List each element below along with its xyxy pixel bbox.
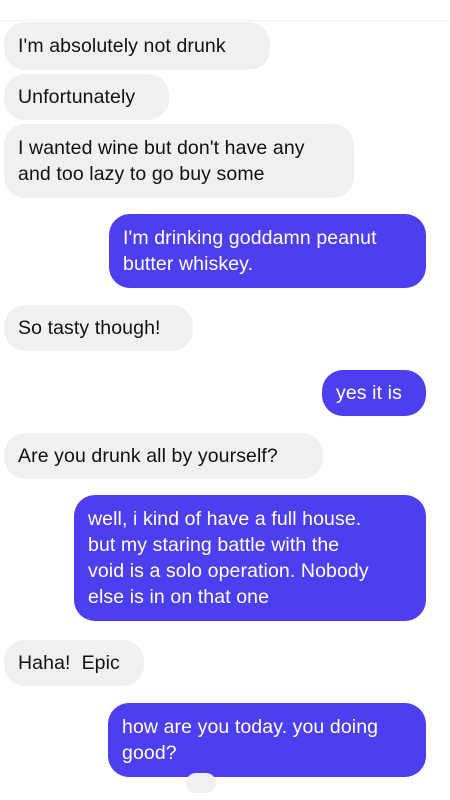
message-incoming[interactable]: Are you drunk all by yourself? — [4, 433, 323, 479]
top-divider — [0, 0, 450, 21]
message-outgoing[interactable]: well, i kind of have a full house. but m… — [74, 495, 426, 621]
chat-thread: I'm absolutely not drunk Unfortunately I… — [0, 0, 450, 800]
message-incoming[interactable]: Haha! Epic — [4, 640, 144, 686]
message-incoming[interactable]: I'm absolutely not drunk — [4, 22, 270, 70]
message-incoming[interactable]: So tasty though! — [4, 305, 193, 351]
message-outgoing[interactable]: I'm drinking goddamn peanut butter whisk… — [109, 214, 426, 288]
message-incoming[interactable]: Unfortunately — [4, 74, 169, 120]
message-outgoing[interactable]: how are you today. you doing good? — [108, 703, 426, 777]
message-incoming[interactable]: I wanted wine but don't have any and too… — [4, 124, 354, 198]
message-outgoing[interactable]: yes it is — [322, 370, 426, 416]
partial-incoming-bubble — [186, 773, 216, 793]
